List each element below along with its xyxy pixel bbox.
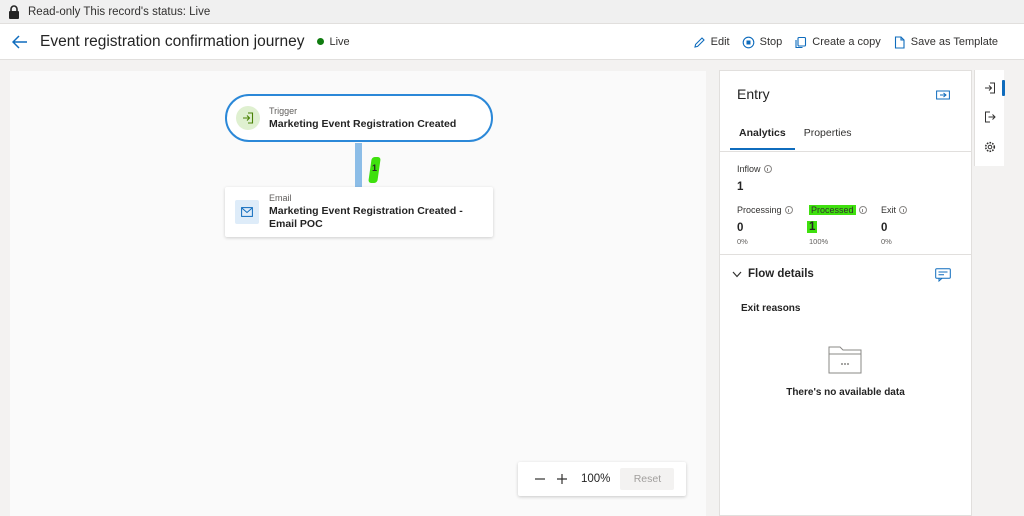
entry-panel: Entry Analytics Properties Inflow 1 Proc…	[719, 70, 972, 516]
create-copy-button[interactable]: Create a copy	[794, 36, 881, 49]
rail-settings-button[interactable]	[982, 139, 998, 155]
minus-icon	[535, 478, 545, 480]
node-connector	[355, 143, 362, 188]
empty-folder-icon	[828, 346, 862, 374]
flow-details-toggle[interactable]: Flow details	[732, 268, 814, 280]
edit-label: Edit	[710, 36, 730, 48]
lock-icon	[9, 4, 19, 19]
save-as-template-label: Save as Template	[910, 36, 998, 48]
exit-value: 0	[881, 222, 888, 234]
info-icon[interactable]	[784, 206, 793, 214]
zoom-in-button[interactable]	[551, 468, 573, 490]
trigger-node-type: Trigger	[269, 106, 298, 116]
email-node[interactable]: Email Marketing Event Registration Creat…	[225, 187, 493, 237]
email-node-name-line2: Email POC	[269, 218, 323, 230]
processing-pct: 0%	[737, 237, 748, 246]
right-rail	[974, 70, 1005, 166]
email-node-type: Email	[269, 193, 292, 203]
processing-value: 0	[737, 222, 744, 234]
exit-pct: 0%	[881, 237, 892, 246]
processed-value: 1	[807, 221, 818, 233]
divider	[720, 254, 971, 255]
command-bar: Edit Stop Create a copy Save as Template	[693, 24, 998, 60]
create-copy-label: Create a copy	[812, 36, 881, 48]
exit-label: Exit	[881, 205, 908, 215]
chevron-down-icon	[732, 271, 742, 277]
divider	[720, 151, 971, 152]
connector-count-badge: 1	[368, 157, 381, 183]
document-icon	[894, 35, 905, 49]
back-button[interactable]	[4, 26, 36, 58]
connector-count: 1	[371, 163, 377, 173]
exit-reasons-heading: Exit reasons	[741, 303, 801, 314]
arrow-left-icon	[12, 34, 27, 49]
trigger-node-name: Marketing Event Registration Created	[269, 118, 457, 130]
edit-button[interactable]: Edit	[693, 36, 730, 49]
page-header: Event registration confirmation journey …	[0, 24, 1024, 60]
inflow-label: Inflow	[737, 164, 772, 174]
status-text: Live	[329, 35, 350, 48]
processing-label-text: Processing	[737, 205, 782, 215]
banner-text: Read-only This record's status: Live	[28, 5, 211, 18]
flow-details-label: Flow details	[748, 268, 814, 280]
sign-out-icon	[985, 111, 996, 123]
rail-exit-button[interactable]	[982, 109, 998, 125]
rail-entry-button[interactable]	[982, 80, 998, 96]
pencil-icon	[693, 36, 705, 48]
info-icon[interactable]	[858, 206, 867, 214]
collapse-panel-icon[interactable]	[936, 89, 950, 101]
stop-label: Stop	[759, 36, 783, 48]
tab-properties[interactable]: Properties	[795, 125, 861, 150]
panel-title: Entry	[737, 86, 770, 102]
panel-tabs: Analytics Properties	[730, 125, 861, 150]
copy-icon	[795, 36, 807, 48]
stop-button[interactable]: Stop	[742, 36, 783, 49]
zoom-controls: 100% Reset	[518, 462, 686, 496]
live-dot-icon	[316, 38, 324, 45]
rail-active-indicator	[1002, 80, 1005, 96]
reset-zoom-button[interactable]: Reset	[620, 468, 675, 490]
inflow-label-text: Inflow	[737, 164, 761, 174]
email-icon-wrap	[235, 200, 259, 224]
read-only-banner: Read-only This record's status: Live	[0, 0, 1024, 24]
processing-label: Processing	[737, 205, 793, 215]
empty-state-text: There's no available data	[786, 387, 905, 398]
email-node-name-line1: Marketing Event Registration Created -	[269, 205, 463, 217]
info-icon[interactable]	[899, 206, 908, 214]
zoom-level: 100%	[581, 473, 611, 485]
sign-in-icon	[243, 112, 254, 124]
mail-icon	[241, 207, 253, 217]
trigger-node[interactable]: Trigger Marketing Event Registration Cre…	[225, 94, 493, 142]
stop-icon	[742, 36, 754, 48]
sign-in-icon	[985, 82, 995, 94]
processed-label: Processed	[809, 205, 867, 215]
tab-analytics[interactable]: Analytics	[730, 125, 795, 150]
chat-details-icon[interactable]	[935, 268, 951, 282]
gear-icon	[984, 141, 996, 153]
status-badge: Live	[316, 35, 350, 48]
trigger-icon-wrap	[236, 106, 260, 130]
page-title: Event registration confirmation journey	[40, 32, 305, 50]
processed-label-text: Processed	[809, 205, 856, 215]
save-as-template-button[interactable]: Save as Template	[893, 35, 998, 49]
processed-pct: 100%	[809, 237, 829, 246]
zoom-out-button[interactable]	[529, 468, 551, 490]
plus-icon	[557, 474, 567, 484]
exit-label-text: Exit	[881, 205, 897, 215]
info-icon[interactable]	[763, 165, 772, 173]
inflow-value: 1	[737, 181, 744, 193]
